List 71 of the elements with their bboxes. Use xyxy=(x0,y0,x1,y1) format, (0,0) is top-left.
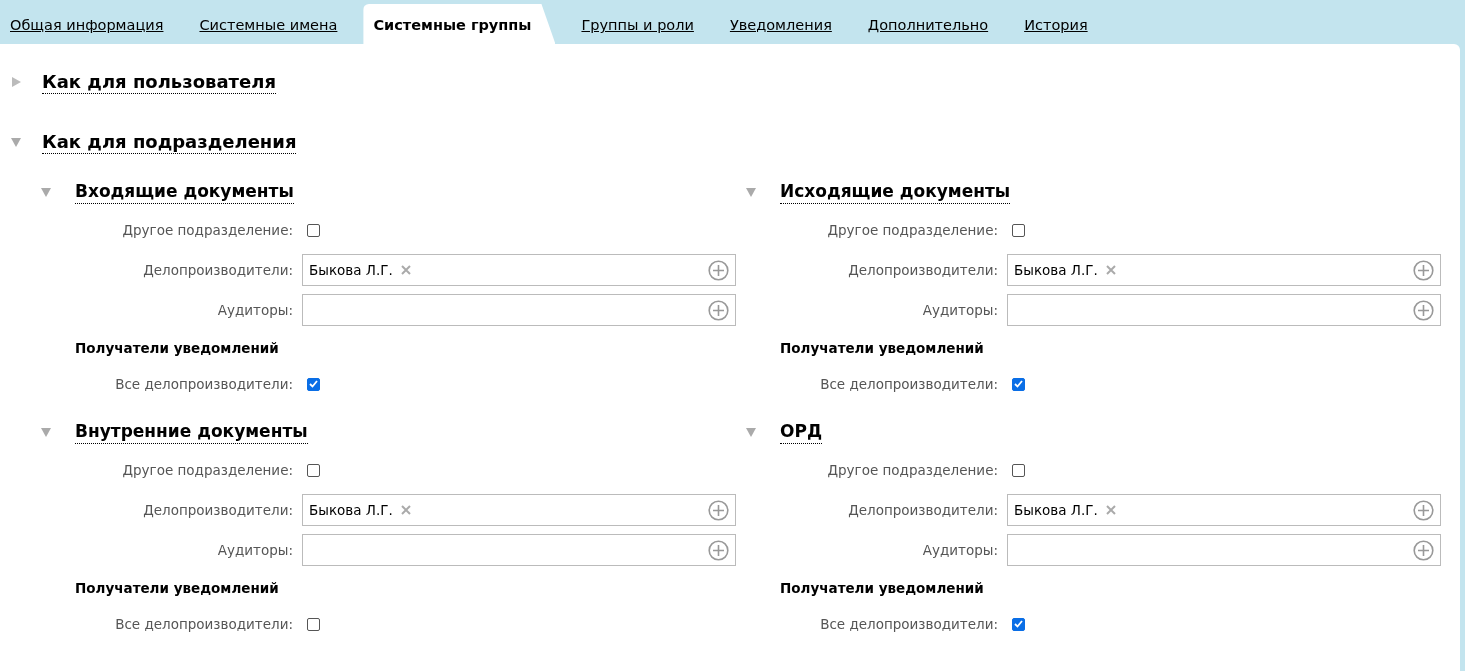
group-heading: Получатели уведомлений xyxy=(75,340,279,356)
tab[interactable]: Общая информация xyxy=(0,4,174,44)
collapse-triangle-icon[interactable] xyxy=(40,426,52,438)
add-icon[interactable] xyxy=(1413,299,1434,321)
add-icon[interactable] xyxy=(708,259,729,281)
selected-person: Быкова Л.Г. xyxy=(1014,502,1098,518)
group-heading: Получатели уведомлений xyxy=(780,340,984,356)
picker-field[interactable]: Быкова Л.Г. xyxy=(302,494,736,526)
subsection-title[interactable]: Исходящие документы xyxy=(780,180,1011,204)
tab[interactable]: История xyxy=(1014,4,1098,44)
add-icon[interactable] xyxy=(1413,499,1434,521)
remove-icon[interactable] xyxy=(1105,265,1116,275)
selected-person: Быкова Л.Г. xyxy=(1014,262,1098,278)
tab[interactable]: Уведомления xyxy=(719,4,842,44)
group-heading: Получатели уведомлений xyxy=(75,580,279,596)
field-label: Другое подразделение: xyxy=(826,222,998,238)
tab[interactable]: Системные имена xyxy=(189,4,348,44)
checkbox[interactable] xyxy=(1012,223,1025,237)
add-icon[interactable] xyxy=(708,499,729,521)
remove-icon[interactable] xyxy=(400,265,411,275)
checkbox[interactable] xyxy=(1012,617,1025,631)
collapse-triangle-icon[interactable] xyxy=(745,186,757,198)
remove-icon[interactable] xyxy=(1105,505,1116,515)
checkbox[interactable] xyxy=(307,463,320,477)
subsection-title[interactable]: Входящие документы xyxy=(75,180,294,204)
subsection-title[interactable]: Внутренние документы xyxy=(75,420,308,444)
picker-field[interactable]: Быкова Л.Г. xyxy=(302,254,736,286)
picker-field[interactable] xyxy=(1007,534,1441,566)
picker-field[interactable]: Быкова Л.Г. xyxy=(1007,494,1441,526)
field-label: Аудиторы: xyxy=(921,302,998,318)
field-label: Другое подразделение: xyxy=(826,462,998,478)
tab[interactable]: Системные группы xyxy=(363,4,556,44)
tab[interactable]: Дополнительно xyxy=(857,4,999,44)
selected-person: Быкова Л.Г. xyxy=(309,502,393,518)
collapse-triangle-icon[interactable] xyxy=(745,426,757,438)
field-label: Все делопроизводители: xyxy=(114,616,293,632)
field-label: Аудиторы: xyxy=(216,542,293,558)
field-label: Аудиторы: xyxy=(216,302,293,318)
field-label: Делопроизводители: xyxy=(142,502,293,518)
field-label: Другое подразделение: xyxy=(121,222,293,238)
remove-icon[interactable] xyxy=(400,505,411,515)
checkbox[interactable] xyxy=(1012,463,1025,477)
add-icon[interactable] xyxy=(708,299,729,321)
add-icon[interactable] xyxy=(708,539,729,561)
expand-triangle-icon[interactable] xyxy=(10,76,22,88)
group-heading: Получатели уведомлений xyxy=(780,580,984,596)
checkbox[interactable] xyxy=(307,617,320,631)
checkbox[interactable] xyxy=(307,377,320,391)
subsection-title[interactable]: ОРД xyxy=(780,420,823,444)
picker-field[interactable] xyxy=(302,534,736,566)
add-icon[interactable] xyxy=(1413,259,1434,281)
checkbox[interactable] xyxy=(1012,377,1025,391)
field-label: Все делопроизводители: xyxy=(114,376,293,392)
section-title[interactable]: Как для пользователя xyxy=(42,70,276,94)
field-label: Делопроизводители: xyxy=(847,502,998,518)
field-label: Все делопроизводители: xyxy=(819,376,998,392)
selected-person: Быкова Л.Г. xyxy=(309,262,393,278)
checkbox[interactable] xyxy=(307,223,320,237)
field-label: Другое подразделение: xyxy=(121,462,293,478)
field-label: Делопроизводители: xyxy=(142,262,293,278)
field-label: Аудиторы: xyxy=(921,542,998,558)
picker-field[interactable] xyxy=(1007,294,1441,326)
tab[interactable]: Группы и роли xyxy=(571,4,704,44)
field-label: Все делопроизводители: xyxy=(819,616,998,632)
picker-field[interactable]: Быкова Л.Г. xyxy=(1007,254,1441,286)
field-label: Делопроизводители: xyxy=(847,262,998,278)
collapse-triangle-icon[interactable] xyxy=(40,186,52,198)
collapse-triangle-icon[interactable] xyxy=(10,136,22,148)
add-icon[interactable] xyxy=(1413,539,1434,561)
section-title[interactable]: Как для подразделения xyxy=(42,130,297,154)
picker-field[interactable] xyxy=(302,294,736,326)
